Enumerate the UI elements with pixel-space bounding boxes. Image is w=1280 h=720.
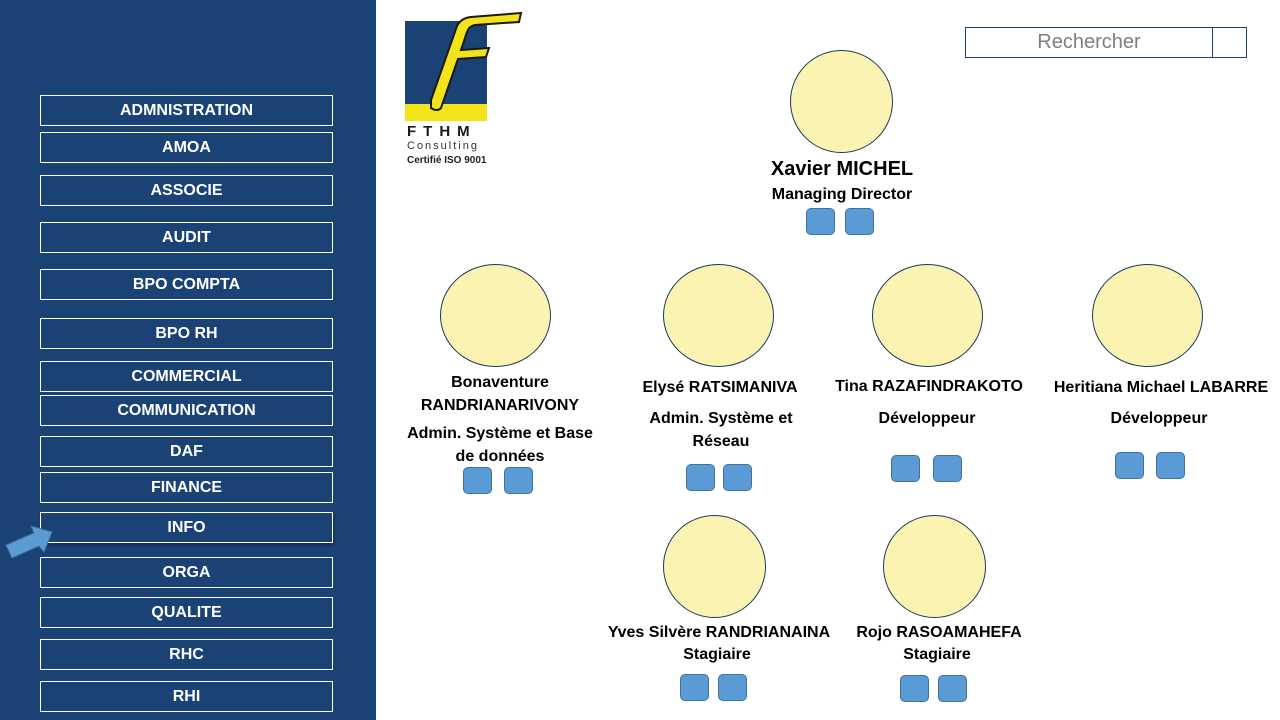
company-logo: FTHM Consulting Certifié ISO 9001 bbox=[405, 12, 523, 170]
logo-certification: Certifié ISO 9001 bbox=[407, 155, 487, 166]
sidebar-item-qualite[interactable]: QUALITE bbox=[40, 597, 333, 628]
contact-icon[interactable] bbox=[938, 675, 967, 702]
contact-icon[interactable] bbox=[1115, 452, 1144, 479]
person-role: Managing Director bbox=[771, 186, 913, 203]
contact-icon[interactable] bbox=[686, 464, 715, 491]
sidebar-item-rhi[interactable]: RHI bbox=[40, 681, 333, 712]
person-role: Admin. Système et Base de données bbox=[407, 425, 593, 465]
avatar[interactable] bbox=[872, 264, 983, 367]
sidebar-item-amoa[interactable]: AMOA bbox=[40, 132, 333, 163]
person-role: Développeur bbox=[878, 410, 976, 427]
avatar[interactable] bbox=[790, 50, 893, 153]
contact-icon[interactable] bbox=[718, 674, 747, 701]
contact-icon[interactable] bbox=[504, 467, 533, 494]
sidebar-item-bpo-compta[interactable]: BPO COMPTA bbox=[40, 269, 333, 300]
contact-icon[interactable] bbox=[806, 208, 835, 235]
sidebar-item-associe[interactable]: ASSOCIE bbox=[40, 175, 333, 206]
person-name: Heritiana Michael LABARRE bbox=[1053, 379, 1269, 396]
person-role: Admin. Système et Réseau bbox=[649, 410, 793, 450]
sidebar-item-commercial[interactable]: COMMERCIAL bbox=[40, 361, 333, 392]
person-name: Bonaventure RANDRIANARIVONY bbox=[420, 374, 580, 414]
logo-f-icon bbox=[430, 12, 523, 111]
contact-icon[interactable] bbox=[1156, 452, 1185, 479]
sidebar-item-rhc[interactable]: RHC bbox=[40, 639, 333, 670]
person-name: Elysé RATSIMANIVA bbox=[642, 379, 798, 396]
avatar[interactable] bbox=[440, 264, 551, 367]
sidebar-item-info[interactable]: INFO bbox=[40, 512, 333, 543]
contact-icon[interactable] bbox=[463, 467, 492, 494]
avatar[interactable] bbox=[883, 515, 986, 618]
sidebar-item-admnistration[interactable]: ADMNISTRATION bbox=[40, 95, 333, 126]
avatar[interactable] bbox=[663, 515, 766, 618]
contact-icon[interactable] bbox=[845, 208, 874, 235]
person-name: Rojo RASOAMAHEFA bbox=[856, 624, 1022, 641]
search-button[interactable] bbox=[1212, 28, 1246, 57]
contact-icon[interactable] bbox=[680, 674, 709, 701]
sidebar-item-orga[interactable]: ORGA bbox=[40, 557, 333, 588]
person-name: Tina RAZAFINDRAKOTO bbox=[835, 378, 1023, 395]
contact-icon[interactable] bbox=[900, 675, 929, 702]
sidebar-item-daf[interactable]: DAF bbox=[40, 436, 333, 467]
sidebar-item-communication[interactable]: COMMUNICATION bbox=[40, 395, 333, 426]
sidebar-item-finance[interactable]: FINANCE bbox=[40, 472, 333, 503]
sidebar-item-bpo-rh[interactable]: BPO RH bbox=[40, 318, 333, 349]
sidebar-item-audit[interactable]: AUDIT bbox=[40, 222, 333, 253]
logo-name: FTHM bbox=[407, 123, 477, 140]
person-name: Xavier MICHEL bbox=[770, 158, 914, 180]
sidebar: ADMNISTRATION AMOA ASSOCIE AUDIT BPO COM… bbox=[0, 0, 376, 720]
contact-icon[interactable] bbox=[891, 455, 920, 482]
avatar[interactable] bbox=[1092, 264, 1203, 367]
arrow-right-icon bbox=[5, 525, 53, 559]
avatar[interactable] bbox=[663, 264, 774, 367]
logo-subtitle: Consulting bbox=[407, 140, 479, 152]
contact-icon[interactable] bbox=[933, 455, 962, 482]
person-role: Stagiaire bbox=[683, 646, 751, 663]
person-role: Développeur bbox=[1110, 410, 1208, 427]
search-box bbox=[965, 27, 1247, 58]
person-role: Stagiaire bbox=[903, 646, 971, 663]
contact-icon[interactable] bbox=[723, 464, 752, 491]
search-input[interactable] bbox=[966, 28, 1212, 57]
person-name: Yves Silvère RANDRIANAINA bbox=[607, 624, 831, 641]
